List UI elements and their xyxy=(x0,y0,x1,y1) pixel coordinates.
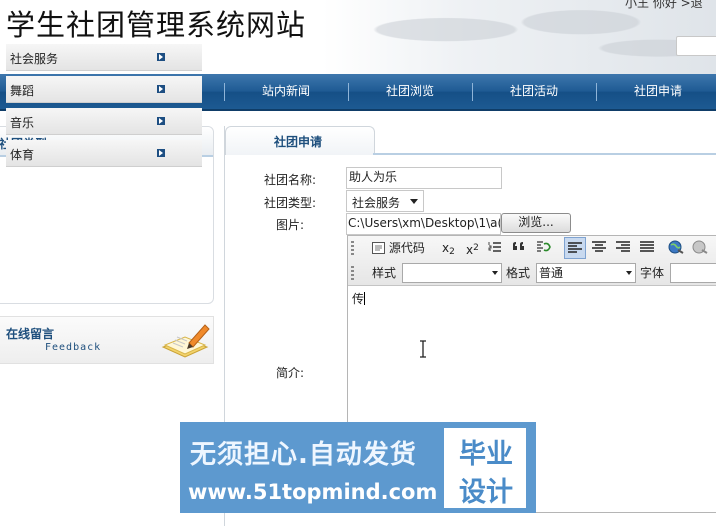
feedback-box[interactable]: 在线留言 Feedback xyxy=(0,316,214,364)
tab-club-apply[interactable]: 社团申请 xyxy=(225,126,375,155)
div-container-button[interactable] xyxy=(536,238,552,258)
sidebar-item-social-service[interactable]: 社会服务 xyxy=(6,44,202,71)
notebook-pencil-icon xyxy=(161,324,210,358)
watermark-badge-line2: 设计 xyxy=(459,477,513,508)
sidebar-list: 社会服务 舞蹈 音乐 体育 xyxy=(6,44,202,172)
globe-link-icon xyxy=(668,240,684,254)
tab-divider xyxy=(373,153,716,155)
welcome-text[interactable]: 小王 你好 >退 xyxy=(625,0,703,11)
browse-button[interactable]: 浏览... xyxy=(501,213,571,233)
source-code-label: 源代码 xyxy=(388,241,425,255)
font-label: 字体 xyxy=(640,266,665,280)
source-code-button[interactable]: 源代码 xyxy=(372,238,425,258)
watermark-badge-line1: 毕业 xyxy=(459,439,513,470)
format-combo[interactable]: 普通 xyxy=(536,263,636,283)
editor-content-area[interactable]: 传 xyxy=(352,290,366,307)
sidebar-item-label: 体育 xyxy=(10,148,35,162)
sidebar-item-label: 音乐 xyxy=(10,116,35,130)
font-combo[interactable] xyxy=(670,263,716,283)
numbered-list-button[interactable] xyxy=(488,238,502,258)
watermark-badge: 毕业 设计 xyxy=(444,428,526,508)
subscript-icon: x2 xyxy=(442,241,455,257)
style-combo[interactable] xyxy=(402,263,502,283)
sidebar-item-dance[interactable]: 舞蹈 xyxy=(6,76,202,103)
format-label: 格式 xyxy=(506,266,531,280)
align-center-button[interactable] xyxy=(592,238,606,258)
numbered-list-icon xyxy=(488,242,501,252)
sidebar-item-sports[interactable]: 体育 xyxy=(6,140,202,167)
sidebar-item-label: 舞蹈 xyxy=(10,84,35,98)
editor-toolbar-row-2: 样式 格式 普通 字体 xyxy=(348,261,716,285)
insert-link-button[interactable] xyxy=(668,238,684,258)
sidebar-item-music[interactable]: 音乐 xyxy=(6,108,202,135)
align-right-icon xyxy=(616,241,630,252)
subscript-button[interactable]: x2 xyxy=(442,238,455,258)
arrow-right-icon xyxy=(157,117,165,125)
format-combo-value: 普通 xyxy=(539,266,564,280)
anchor-icon xyxy=(692,240,708,254)
ibeam-cursor-icon xyxy=(420,340,426,358)
align-center-icon xyxy=(592,241,606,252)
div-container-icon xyxy=(537,241,551,252)
intro-label: 简介: xyxy=(276,366,305,380)
editor-content-text: 传 xyxy=(352,292,365,306)
chevron-down-icon xyxy=(626,271,632,275)
toolbar-grip-icon[interactable] xyxy=(351,266,354,280)
site-title: 学生社团管理系统网站 xyxy=(6,8,307,42)
quote-icon xyxy=(513,242,524,250)
chevron-down-icon xyxy=(492,271,498,275)
align-left-icon xyxy=(568,242,582,253)
editor-toolbar: 源代码 x2 x2 样式 格式 普通 字体 xyxy=(348,236,716,286)
world-map-background xyxy=(330,0,716,74)
blockquote-button[interactable] xyxy=(512,238,526,258)
superscript-button[interactable]: x2 xyxy=(466,238,479,258)
align-left-button[interactable] xyxy=(564,237,586,259)
watermark-banner: 无须担心.自动发货 www.51topmind.com 毕业 设计 xyxy=(180,422,536,513)
editor-toolbar-row-1: 源代码 x2 x2 xyxy=(348,236,716,260)
align-right-button[interactable] xyxy=(616,238,630,258)
club-name-input[interactable]: 助人为乐 xyxy=(346,167,502,189)
club-name-label: 社团名称: xyxy=(264,173,317,187)
text-cursor xyxy=(364,292,366,305)
sidebar-item-label: 社会服务 xyxy=(10,52,59,66)
watermark-url: www.51topmind.com xyxy=(188,480,438,504)
align-justify-icon xyxy=(640,241,654,252)
arrow-right-icon xyxy=(157,149,165,157)
watermark-slogan: 无须担心.自动发货 xyxy=(190,440,417,470)
arrow-right-icon xyxy=(157,85,165,93)
arrow-right-icon xyxy=(157,53,165,61)
align-justify-button[interactable] xyxy=(640,238,654,258)
toolbar-grip-icon[interactable] xyxy=(351,241,354,255)
feedback-subtitle: Feedback xyxy=(45,342,102,353)
nav-club-browse[interactable]: 社团浏览 xyxy=(348,74,472,109)
nav-club-activities[interactable]: 社团活动 xyxy=(472,74,596,109)
nav-news[interactable]: 站内新闻 xyxy=(224,74,348,109)
header-search-input[interactable] xyxy=(676,36,716,56)
insert-anchor-button[interactable] xyxy=(692,238,708,258)
source-code-icon xyxy=(372,242,385,254)
feedback-title: 在线留言 xyxy=(6,327,55,341)
image-label: 图片: xyxy=(276,218,305,232)
club-type-select[interactable]: 社会服务 xyxy=(346,190,424,212)
superscript-icon: x2 xyxy=(466,243,479,257)
club-type-label: 社团类型: xyxy=(264,196,317,210)
style-label: 样式 xyxy=(372,266,397,280)
nav-club-apply[interactable]: 社团申请 xyxy=(596,74,716,109)
image-file-input[interactable]: C:\Users\xm\Desktop\1\a( xyxy=(346,213,501,235)
club-type-value: 社会服务 xyxy=(352,196,401,210)
chevron-down-icon xyxy=(410,199,418,204)
tab-label: 社团申请 xyxy=(274,135,323,149)
